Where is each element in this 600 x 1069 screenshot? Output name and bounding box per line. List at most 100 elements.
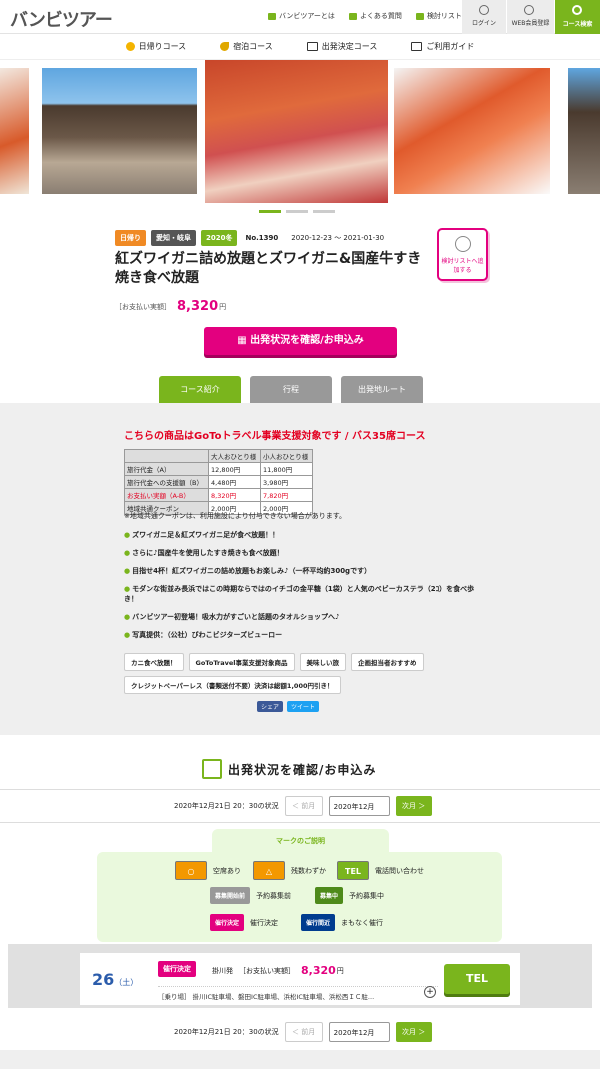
tab-departure-route[interactable]: 出発地ルート: [341, 376, 423, 403]
moon-icon: [220, 42, 230, 51]
table-row: 旅行代金（A） 12,800円 11,800円: [124, 462, 313, 476]
facebook-share-button[interactable]: シェア: [257, 701, 284, 712]
tab-itinerary[interactable]: 行程: [250, 376, 332, 403]
list-item: 目指せ4杯！紅ズワイガニの詰め放題もお楽しみ♪（一杯平均約300gです）: [124, 566, 371, 576]
month-nav-top: 2020年12月21日 20：30の状況 ＜ 前月 2020年12月 次月 ＞: [174, 796, 432, 816]
slider-dot[interactable]: [313, 210, 335, 213]
user-icon: [524, 5, 534, 15]
goto-title: こちらの商品はGoToトラベル事業支援対象です / バス35席コース: [124, 431, 426, 442]
book-icon: [411, 42, 423, 51]
info-icon: [268, 12, 276, 20]
slide-photo-street: [42, 68, 197, 194]
circle-icon: ○: [175, 861, 207, 880]
legend-soon: 催行間近 まもなく催行: [301, 914, 383, 931]
table-row: 旅行代金への支援額（B） 4,480円 3,980円: [124, 475, 313, 489]
list-item: さらに♪国産牛を使用したすき焼きも食べ放題！: [124, 548, 283, 558]
tweet-button[interactable]: ツイート: [287, 701, 320, 712]
add-to-wishlist-button[interactable]: 検討リストへ追加する: [437, 228, 488, 281]
sun-icon: [125, 42, 135, 51]
search-icon: [572, 5, 582, 15]
nav-daytrip[interactable]: 日帰りコース: [125, 41, 186, 52]
departure-date: 26（土）: [92, 970, 139, 989]
register-button[interactable]: WEB会員登録: [507, 0, 554, 34]
pickup-points: ［乗り場］ 掛川IC駐車場、磐田IC駐車場、浜松IC駐車場、浜松西ＩＣ駐...: [158, 986, 438, 1001]
expand-plus-icon[interactable]: +: [424, 986, 436, 998]
question-icon: [348, 12, 357, 20]
nav-confirmed[interactable]: 出発決定コース: [306, 41, 377, 52]
prev-month-button[interactable]: ＜ 前月: [284, 796, 323, 816]
calendar-icon: ▦: [237, 335, 251, 346]
legend-available: ○ 空席あり: [175, 861, 241, 880]
slide-photo-crab-feast: [205, 60, 388, 203]
tag-item[interactable]: カニ食べ放題！: [124, 653, 184, 671]
site-logo[interactable]: バンビツアー: [10, 6, 113, 32]
nav-guide[interactable]: ご利用ガイド: [411, 41, 474, 52]
slider-dots: [259, 210, 335, 213]
intro-panel: こちらの商品はGoToトラベル事業支援対象です / バス35席コース 大人おひと…: [114, 415, 486, 721]
divider: [0, 789, 600, 790]
heart-icon: [455, 236, 471, 252]
list-item: モダンな街並み長浜ではこの時期ならではのイチゴの金平糖（1袋）と人気のベビーカス…: [124, 584, 479, 604]
month-nav-bottom: 2020年12月21日 20：30の状況 ＜ 前月 2020年12月 次月 ＞: [174, 1022, 432, 1042]
table-row: お支払い実額（A-B） 8,320円 7,820円: [124, 488, 313, 502]
list-item: バンビツアー初登場！吸水力がすごいと話題のタオルショップへ♪: [124, 612, 339, 622]
photo-slider[interactable]: [0, 60, 600, 203]
triangle-icon: △: [253, 861, 285, 880]
departure-card: 26（土） 催行決定 掛川発 ［お支払い実額］ 8,320 円 ［乗り場］ 掛川IC駐…: [80, 953, 520, 1005]
tag-item[interactable]: 美味しい旅: [299, 653, 347, 671]
legend-tel: TEL 電話問い合わせ: [337, 861, 424, 880]
departure-info: 掛川発 ［お支払い実額］ 8,320 円: [212, 964, 344, 977]
about-link[interactable]: バンビツアーとは: [268, 11, 335, 21]
tab-course-intro[interactable]: コース紹介: [159, 376, 241, 403]
prev-month-button[interactable]: ＜ 前月: [284, 1022, 323, 1042]
legend-go: 催行決定 催行決定: [210, 914, 278, 931]
next-month-button[interactable]: 次月 ＞: [395, 1022, 432, 1042]
lock-icon: [479, 5, 489, 15]
list-item: ズワイガニ足＆紅ズワイガニ足が食べ放題！！: [124, 530, 279, 540]
status-badge: 催行決定: [158, 961, 196, 977]
tag-item[interactable]: GoToTravel事業支援対象商品: [188, 653, 295, 671]
season-badge: 2020冬: [201, 230, 238, 246]
tag-item[interactable]: クレジットペーパーレス（書類送付不要）決済は総額1,000円引き！: [124, 676, 341, 694]
nav-overnight[interactable]: 宿泊コース: [220, 41, 273, 52]
course-price: ［お支払い実額］ 8,320 円: [115, 299, 227, 314]
slide-photo-crab-left: [0, 68, 29, 194]
legend-few: △ 残数わずか: [253, 861, 326, 880]
slider-dot[interactable]: [259, 210, 281, 213]
course-period: 2020-12-23 ～ 2021-01-30: [291, 234, 385, 242]
tag-item[interactable]: 企画担当者おすすめ: [351, 653, 424, 671]
legend-open: 募集中 予約募集中: [315, 887, 384, 904]
faq-link[interactable]: よくある質問: [348, 11, 402, 21]
tel-mark: TEL: [337, 861, 369, 880]
course-search-button[interactable]: コース検索: [555, 0, 600, 34]
slide-photo-crab-box: [394, 68, 550, 194]
month-select[interactable]: 2020年12月: [328, 796, 390, 816]
divider: [0, 822, 600, 823]
status-section-title: 出発状況を確認/お申込み: [202, 759, 376, 779]
month-select[interactable]: 2020年12月: [328, 1022, 390, 1042]
price-table: 大人おひとり様 小人おひとり様 旅行代金（A） 12,800円 11,800円 旅行代…: [124, 449, 313, 515]
calendar-icon: [202, 759, 222, 779]
coupon-note: ※地域共通クーポンは、利用施設により付与できない場合があります。: [124, 512, 347, 520]
slide-photo-street-right: [568, 68, 600, 194]
tel-button[interactable]: TEL: [444, 964, 510, 994]
course-tabs: コース紹介 行程 出発地ルート: [159, 376, 423, 403]
next-month-button[interactable]: 次月 ＞: [395, 796, 432, 816]
slider-dot[interactable]: [286, 210, 308, 213]
share-buttons: シェア ツイート: [257, 701, 320, 712]
wishlist-link[interactable]: 検討リスト: [415, 11, 462, 21]
list-item: 写真提供：（公社）びわこビジターズビューロー: [124, 630, 282, 640]
footer-band: [0, 1050, 600, 1069]
check-status-apply-button[interactable]: ▦ 出発状況を確認/お申込み: [204, 327, 397, 355]
login-button[interactable]: ログイン: [462, 0, 506, 34]
checklist-icon: [415, 12, 424, 20]
course-title: 紅ズワイガニ詰め放題とズワイガニ&国産牛すき焼き食べ放題: [115, 251, 422, 286]
daytrip-badge: 日帰り: [115, 230, 146, 246]
header-links: バンビツアーとは よくある質問 検討リスト: [268, 11, 462, 21]
course-badges: 日帰り 愛知・岐阜 2020冬 No.1390 2020-12-23 ～ 202…: [115, 230, 384, 246]
tag-list: カニ食べ放題！ GoToTravel事業支援対象商品 美味しい旅 企画担当者おす…: [124, 653, 464, 694]
area-badge: 愛知・岐阜: [151, 230, 196, 246]
course-number: No.1390: [245, 234, 279, 242]
main-nav: 日帰りコース 宿泊コース 出発決定コース ご利用ガイド: [0, 34, 600, 60]
ok-icon: [306, 42, 318, 51]
